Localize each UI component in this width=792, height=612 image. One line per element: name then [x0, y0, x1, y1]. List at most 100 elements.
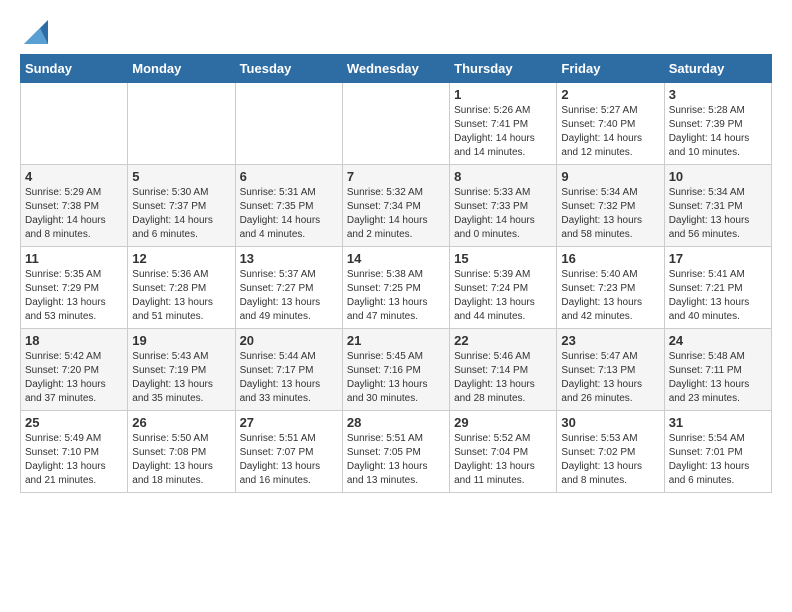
calendar-cell: 17 Sunrise: 5:41 AM Sunset: 7:21 PM Dayli…: [664, 247, 771, 329]
day-info: Sunrise: 5:50 AM Sunset: 7:08 PM Dayligh…: [132, 432, 230, 488]
logo: [20, 20, 48, 44]
day-number: 15: [454, 251, 552, 266]
calendar-cell: 7 Sunrise: 5:32 AM Sunset: 7:34 PM Daylig…: [342, 165, 449, 247]
day-info: Sunrise: 5:53 AM Sunset: 7:02 PM Dayligh…: [561, 432, 659, 488]
day-info: Sunrise: 5:41 AM Sunset: 7:21 PM Dayligh…: [669, 268, 767, 324]
calendar-table: SundayMondayTuesdayWednesdayThursdayFrid…: [20, 54, 772, 493]
day-info: Sunrise: 5:51 AM Sunset: 7:05 PM Dayligh…: [347, 432, 445, 488]
day-info: Sunrise: 5:30 AM Sunset: 7:37 PM Dayligh…: [132, 186, 230, 242]
calendar-cell: 28 Sunrise: 5:51 AM Sunset: 7:05 PM Dayli…: [342, 411, 449, 493]
day-info: Sunrise: 5:49 AM Sunset: 7:10 PM Dayligh…: [25, 432, 123, 488]
calendar-cell: 3Sunrise: 5:28 AM Sunset: 7:39 PM Daylig…: [664, 83, 771, 165]
week-row-2: 4Sunrise: 5:29 AM Sunset: 7:38 PM Daylig…: [21, 165, 772, 247]
day-number: 18: [25, 333, 123, 348]
day-header-thursday: Thursday: [450, 55, 557, 83]
logo-icon: [24, 20, 48, 44]
day-info: Sunrise: 5:42 AM Sunset: 7:20 PM Dayligh…: [25, 350, 123, 406]
day-header-sunday: Sunday: [21, 55, 128, 83]
day-number: 24: [669, 333, 767, 348]
calendar-cell: 20Sunrise: 5:44 AM Sunset: 7:17 PM Dayli…: [235, 329, 342, 411]
calendar-cell: 14 Sunrise: 5:38 AM Sunset: 7:25 PM Dayli…: [342, 247, 449, 329]
calendar-cell: 30Sunrise: 5:53 AM Sunset: 7:02 PM Dayli…: [557, 411, 664, 493]
day-info: Sunrise: 5:45 AM Sunset: 7:16 PM Dayligh…: [347, 350, 445, 406]
day-info: Sunrise: 5:32 AM Sunset: 7:34 PM Dayligh…: [347, 186, 445, 242]
day-info: Sunrise: 5:34 AM Sunset: 7:32 PM Dayligh…: [561, 186, 659, 242]
calendar-cell: 6 Sunrise: 5:31 AM Sunset: 7:35 PM Daylig…: [235, 165, 342, 247]
day-number: 27: [240, 415, 338, 430]
week-row-1: 1 Sunrise: 5:26 AM Sunset: 7:41 PM Daylig…: [21, 83, 772, 165]
day-info: Sunrise: 5:51 AM Sunset: 7:07 PM Dayligh…: [240, 432, 338, 488]
day-info: Sunrise: 5:38 AM Sunset: 7:25 PM Dayligh…: [347, 268, 445, 324]
day-header-friday: Friday: [557, 55, 664, 83]
day-number: 19: [132, 333, 230, 348]
day-number: 21: [347, 333, 445, 348]
day-info: Sunrise: 5:48 AM Sunset: 7:11 PM Dayligh…: [669, 350, 767, 406]
week-row-5: 25 Sunrise: 5:49 AM Sunset: 7:10 PM Dayli…: [21, 411, 772, 493]
day-info: Sunrise: 5:37 AM Sunset: 7:27 PM Dayligh…: [240, 268, 338, 324]
day-number: 23: [561, 333, 659, 348]
day-info: Sunrise: 5:44 AM Sunset: 7:17 PM Dayligh…: [240, 350, 338, 406]
day-number: 8: [454, 169, 552, 184]
week-row-3: 11 Sunrise: 5:35 AM Sunset: 7:29 PM Dayli…: [21, 247, 772, 329]
day-number: 7: [347, 169, 445, 184]
calendar-cell: 19 Sunrise: 5:43 AM Sunset: 7:19 PM Dayli…: [128, 329, 235, 411]
calendar-cell: 9 Sunrise: 5:34 AM Sunset: 7:32 PM Daylig…: [557, 165, 664, 247]
day-number: 5: [132, 169, 230, 184]
day-info: Sunrise: 5:46 AM Sunset: 7:14 PM Dayligh…: [454, 350, 552, 406]
day-number: 13: [240, 251, 338, 266]
day-number: 25: [25, 415, 123, 430]
day-number: 29: [454, 415, 552, 430]
day-number: 6: [240, 169, 338, 184]
day-header-saturday: Saturday: [664, 55, 771, 83]
day-info: Sunrise: 5:28 AM Sunset: 7:39 PM Dayligh…: [669, 104, 767, 160]
day-info: Sunrise: 5:43 AM Sunset: 7:19 PM Dayligh…: [132, 350, 230, 406]
calendar-cell: 25 Sunrise: 5:49 AM Sunset: 7:10 PM Dayli…: [21, 411, 128, 493]
day-info: Sunrise: 5:52 AM Sunset: 7:04 PM Dayligh…: [454, 432, 552, 488]
calendar-cell: 5 Sunrise: 5:30 AM Sunset: 7:37 PM Daylig…: [128, 165, 235, 247]
calendar-cell: 31Sunrise: 5:54 AM Sunset: 7:01 PM Dayli…: [664, 411, 771, 493]
calendar-cell: 29 Sunrise: 5:52 AM Sunset: 7:04 PM Dayli…: [450, 411, 557, 493]
day-number: 1: [454, 87, 552, 102]
day-number: 12: [132, 251, 230, 266]
calendar-cell: 13 Sunrise: 5:37 AM Sunset: 7:27 PM Dayli…: [235, 247, 342, 329]
day-info: Sunrise: 5:40 AM Sunset: 7:23 PM Dayligh…: [561, 268, 659, 324]
day-info: Sunrise: 5:47 AM Sunset: 7:13 PM Dayligh…: [561, 350, 659, 406]
day-number: 16: [561, 251, 659, 266]
calendar-cell: 24 Sunrise: 5:48 AM Sunset: 7:11 PM Dayli…: [664, 329, 771, 411]
day-number: 2: [561, 87, 659, 102]
calendar-cell: [342, 83, 449, 165]
day-info: Sunrise: 5:33 AM Sunset: 7:33 PM Dayligh…: [454, 186, 552, 242]
calendar-cell: 27 Sunrise: 5:51 AM Sunset: 7:07 PM Dayli…: [235, 411, 342, 493]
day-info: Sunrise: 5:36 AM Sunset: 7:28 PM Dayligh…: [132, 268, 230, 324]
day-header-tuesday: Tuesday: [235, 55, 342, 83]
calendar-cell: 21 Sunrise: 5:45 AM Sunset: 7:16 PM Dayli…: [342, 329, 449, 411]
calendar-cell: [21, 83, 128, 165]
day-number: 26: [132, 415, 230, 430]
calendar-cell: 1 Sunrise: 5:26 AM Sunset: 7:41 PM Daylig…: [450, 83, 557, 165]
day-info: Sunrise: 5:26 AM Sunset: 7:41 PM Dayligh…: [454, 104, 552, 160]
day-number: 4: [25, 169, 123, 184]
calendar-cell: [128, 83, 235, 165]
calendar-cell: 11 Sunrise: 5:35 AM Sunset: 7:29 PM Dayli…: [21, 247, 128, 329]
calendar-cell: 12 Sunrise: 5:36 AM Sunset: 7:28 PM Dayli…: [128, 247, 235, 329]
day-info: Sunrise: 5:35 AM Sunset: 7:29 PM Dayligh…: [25, 268, 123, 324]
day-info: Sunrise: 5:31 AM Sunset: 7:35 PM Dayligh…: [240, 186, 338, 242]
day-number: 14: [347, 251, 445, 266]
day-number: 31: [669, 415, 767, 430]
day-number: 28: [347, 415, 445, 430]
calendar-cell: 15Sunrise: 5:39 AM Sunset: 7:24 PM Dayli…: [450, 247, 557, 329]
day-number: 11: [25, 251, 123, 266]
calendar-cell: 10 Sunrise: 5:34 AM Sunset: 7:31 PM Dayli…: [664, 165, 771, 247]
day-info: Sunrise: 5:27 AM Sunset: 7:40 PM Dayligh…: [561, 104, 659, 160]
calendar-cell: 2 Sunrise: 5:27 AM Sunset: 7:40 PM Daylig…: [557, 83, 664, 165]
page-header: [20, 20, 772, 44]
day-info: Sunrise: 5:34 AM Sunset: 7:31 PM Dayligh…: [669, 186, 767, 242]
day-number: 10: [669, 169, 767, 184]
day-number: 9: [561, 169, 659, 184]
calendar-cell: 23 Sunrise: 5:47 AM Sunset: 7:13 PM Dayli…: [557, 329, 664, 411]
day-number: 22: [454, 333, 552, 348]
week-row-4: 18 Sunrise: 5:42 AM Sunset: 7:20 PM Dayli…: [21, 329, 772, 411]
calendar-cell: [235, 83, 342, 165]
day-number: 17: [669, 251, 767, 266]
calendar-cell: 8 Sunrise: 5:33 AM Sunset: 7:33 PM Daylig…: [450, 165, 557, 247]
